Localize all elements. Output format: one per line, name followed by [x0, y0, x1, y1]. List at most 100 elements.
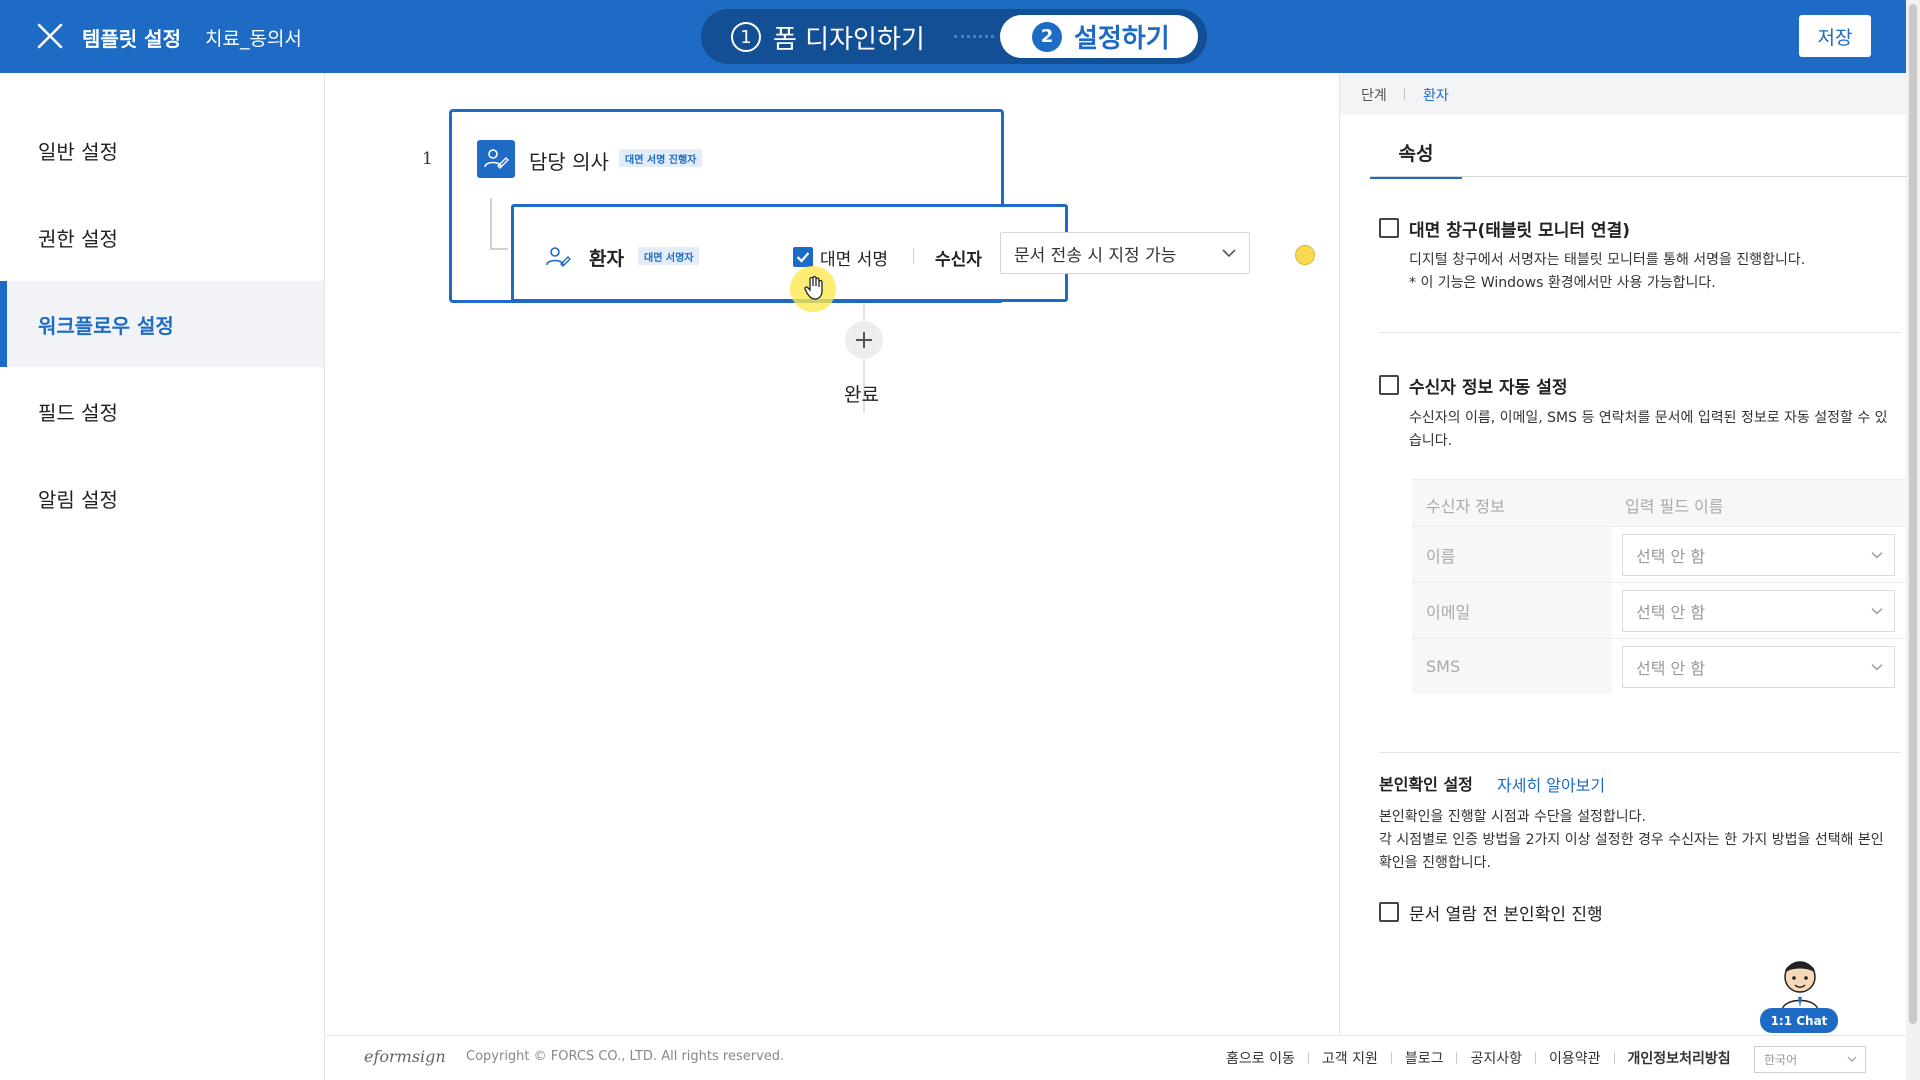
language-select[interactable]: 한국어: [1754, 1046, 1866, 1073]
connector-line: [490, 198, 492, 250]
divider: [1456, 1052, 1458, 1064]
name-field-select[interactable]: 선택 안 함: [1622, 534, 1895, 576]
chat-button[interactable]: 1:1 Chat: [1760, 955, 1840, 1033]
table-header-cell: 수신자 정보: [1426, 497, 1505, 516]
step-label-1: 폼 디자인하기: [773, 24, 925, 55]
row-label: 이름: [1412, 527, 1612, 582]
identity-title: 본인확인 설정: [1379, 775, 1473, 794]
step-number-1: 1: [731, 22, 761, 52]
footer-link-notice[interactable]: 공지사항: [1470, 1048, 1522, 1068]
scrollbar-thumb[interactable]: [1909, 4, 1917, 1024]
sidebar-item-general[interactable]: 일반 설정: [0, 107, 324, 193]
table-header: 수신자 정보 입력 필드 이름: [1412, 480, 1907, 526]
divider: [1404, 88, 1405, 100]
sidebar-item-permission[interactable]: 권한 설정: [0, 194, 324, 280]
row-label: 이메일: [1412, 583, 1612, 638]
top-header: 템플릿 설정 치료_동의서 1 폼 디자인하기 2 설정하기 저장: [0, 0, 1906, 73]
select-value: 선택 안 함: [1636, 547, 1706, 566]
complete-label: 완료: [844, 384, 879, 406]
step-indicator: 1 폼 디자인하기 2 설정하기: [701, 9, 1207, 64]
face-window-desc: 디지털 창구에서 서명자는 태블릿 모니터를 통해 서명을 진행합니다.: [1409, 252, 1806, 268]
face-sign-label[interactable]: 대면 서명: [820, 245, 888, 270]
breadcrumb-current: 환자: [1423, 88, 1449, 104]
hand-cursor-icon: [804, 275, 823, 300]
properties-panel: 단계 환자 속성 대면 창구(태블릿 모니터 연결) 디지털 창구에서 서명자는…: [1339, 73, 1907, 1035]
face-window-note: * 이 기능은 Windows 환경에서만 사용 가능합니다.: [1409, 275, 1716, 291]
step-index: 1: [422, 149, 433, 169]
chevron-down-icon: [1871, 664, 1883, 671]
recipient-select[interactable]: 문서 전송 시 지정 가능: [1000, 232, 1250, 274]
breadcrumb-step[interactable]: 단계: [1361, 85, 1387, 105]
tab-properties[interactable]: 속성: [1370, 129, 1462, 179]
copyright-text: Copyright © FORCS CO., LTD. All rights r…: [466, 1049, 785, 1064]
step-settings[interactable]: 2 설정하기: [1000, 15, 1198, 58]
auto-recipient-title[interactable]: 수신자 정보 자동 설정: [1409, 373, 1568, 398]
divider: [1379, 332, 1901, 333]
table-row: 이메일 선택 안 함: [1412, 582, 1907, 638]
step-form-design[interactable]: 1 폼 디자인하기: [731, 19, 925, 55]
eformsign-logo: eformsign: [364, 1047, 446, 1066]
step-label-2: 설정하기: [1074, 24, 1170, 54]
divider: [1535, 1052, 1537, 1064]
save-button[interactable]: 저장: [1799, 15, 1871, 57]
footer-link-home[interactable]: 홈으로 이동: [1226, 1048, 1295, 1068]
doctor-name: 담당 의사: [529, 150, 609, 174]
header-title: 템플릿 설정: [82, 27, 181, 51]
signer-icon: [477, 140, 515, 178]
close-icon[interactable]: [34, 20, 66, 52]
chevron-down-icon: [1871, 608, 1883, 615]
smiley-icon: [1295, 245, 1315, 265]
recipient-label: 수신자: [935, 250, 982, 270]
language-value: 한국어: [1764, 1053, 1798, 1067]
select-value: 선택 안 함: [1636, 659, 1706, 678]
row-label: SMS: [1412, 639, 1612, 694]
divider: [1307, 1052, 1309, 1064]
recipient-select-value: 문서 전송 시 지정 가능: [1014, 245, 1177, 266]
table-row: 이름 선택 안 함: [1412, 526, 1907, 582]
chevron-down-icon: [1871, 552, 1883, 559]
footer-link-blog[interactable]: 블로그: [1405, 1048, 1444, 1068]
auto-recipient-desc: 수신자의 이름, 이메일, SMS 등 연락처를 문서에 입력된 정보로 자동 …: [1409, 410, 1888, 426]
sidebar-item-field[interactable]: 필드 설정: [0, 368, 324, 454]
chevron-down-icon: [1847, 1056, 1857, 1062]
footer: eformsign Copyright © FORCS CO., LTD. Al…: [326, 1035, 1906, 1080]
learn-more-link[interactable]: 자세히 알아보기: [1497, 772, 1605, 796]
table-header-cell: 입력 필드 이름: [1625, 497, 1724, 516]
sidebar-item-workflow[interactable]: 워크플로우 설정: [0, 281, 324, 367]
divider: [1370, 176, 1907, 177]
patient-name: 환자: [589, 248, 624, 270]
auto-recipient-checkbox[interactable]: [1379, 375, 1399, 395]
auto-recipient-desc-cont: 습니다.: [1409, 433, 1453, 449]
document-name: 치료_동의서: [205, 28, 302, 50]
divider: [913, 248, 914, 264]
face-window-checkbox[interactable]: [1379, 218, 1399, 238]
identity-desc: 본인확인을 진행할 시점과 수단을 설정합니다.: [1379, 809, 1646, 825]
divider: [1390, 1052, 1392, 1064]
sidebar-item-notification[interactable]: 알림 설정: [0, 455, 324, 541]
footer-link-support[interactable]: 고객 지원: [1322, 1048, 1378, 1068]
email-field-select[interactable]: 선택 안 함: [1622, 590, 1895, 632]
doctor-badge: 대면 서명 진행자: [619, 149, 703, 167]
add-step-button[interactable]: [845, 321, 883, 359]
chat-label: 1:1 Chat: [1760, 1008, 1838, 1033]
face-sign-checkbox[interactable]: [793, 247, 813, 267]
divider: [1379, 752, 1901, 753]
plus-icon: [856, 332, 872, 348]
identity-before-open-label[interactable]: 문서 열람 전 본인확인 진행: [1409, 900, 1603, 925]
face-window-title[interactable]: 대면 창구(태블릿 모니터 연결): [1409, 216, 1630, 241]
patient-badge: 대면 서명자: [638, 247, 700, 265]
sms-field-select[interactable]: 선택 안 함: [1622, 646, 1895, 688]
step-dots: [954, 35, 994, 39]
identity-before-open-checkbox[interactable]: [1379, 902, 1399, 922]
connector-line: [490, 248, 508, 250]
chat-agent-icon: [1781, 961, 1819, 1012]
footer-link-privacy[interactable]: 개인정보처리방침: [1628, 1048, 1731, 1068]
select-value: 선택 안 함: [1636, 603, 1706, 622]
identity-desc: 확인을 진행합니다.: [1379, 855, 1491, 871]
footer-link-terms[interactable]: 이용약관: [1549, 1048, 1601, 1068]
divider: [1613, 1052, 1615, 1064]
step-number-2: 2: [1032, 21, 1062, 52]
workflow-canvas: 1 담당 의사 대면 서명 진행자 환자 대면 서명자 대면 서명 수신자 문서: [326, 73, 1339, 1035]
table-row: SMS 선택 안 함: [1412, 638, 1907, 694]
recipient-info-table: 수신자 정보 입력 필드 이름 이름 선택 안 함 이메일 선택 안 함 SMS…: [1412, 479, 1907, 699]
